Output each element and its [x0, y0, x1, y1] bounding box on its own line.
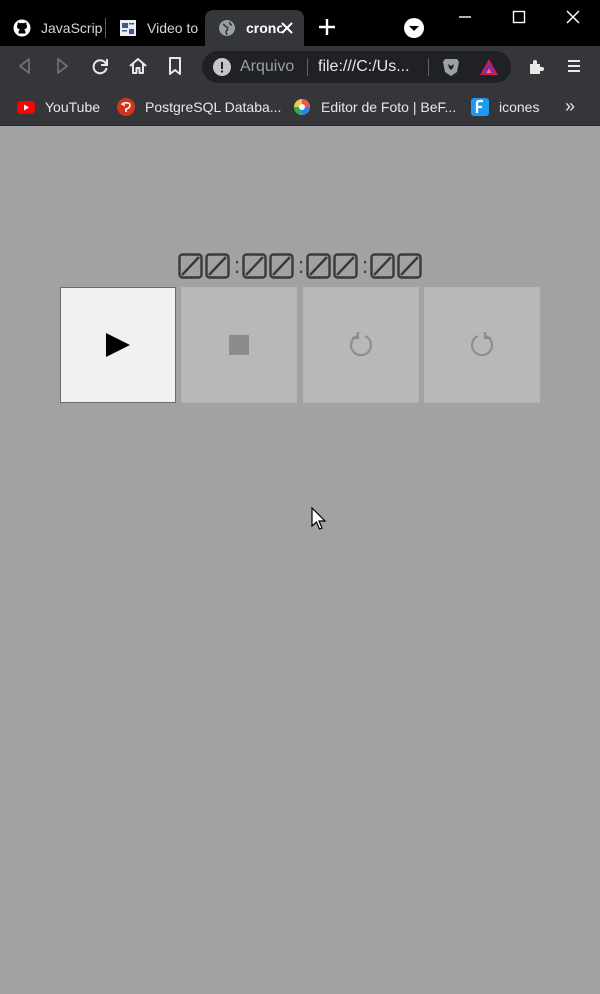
digit-segment [333, 253, 358, 279]
bookmark-postgresql[interactable]: PostgreSQL Databa... [116, 94, 281, 120]
bookmark-label: YouTube [45, 99, 101, 115]
time-separator: : [362, 253, 369, 278]
video-converter-icon [119, 19, 137, 37]
tab-title: Video to [147, 20, 199, 36]
new-tab-icon[interactable] [316, 16, 338, 38]
rotate-left-icon [349, 332, 373, 357]
minimize-window-icon[interactable] [454, 6, 476, 28]
bookmark-label: PostgreSQL Databa... [145, 99, 282, 115]
digit-segment [242, 253, 267, 279]
url-text[interactable]: file:///C:/Us... [318, 58, 422, 76]
postgresql-icon [116, 97, 136, 117]
maximize-window-icon[interactable] [508, 6, 530, 28]
tab-search-icon[interactable] [402, 16, 426, 40]
befunky-icon [292, 97, 312, 117]
globe-icon [218, 19, 236, 37]
bookmarks-overflow-icon[interactable]: » [565, 96, 583, 118]
digit-segment [306, 253, 331, 279]
digit-segment [397, 253, 422, 279]
tab-javascript[interactable]: JavaScrip [0, 10, 104, 46]
bookmark-label: icones [499, 99, 540, 115]
scheme-label: Arquivo [240, 58, 295, 75]
home-icon[interactable] [127, 55, 149, 77]
menu-icon[interactable] [563, 55, 585, 77]
play-icon [106, 333, 130, 357]
time-separator: : [234, 253, 241, 278]
brave-shields-icon[interactable] [440, 56, 462, 78]
rewind-button[interactable] [303, 287, 419, 403]
stopwatch-page: : : : [0, 127, 600, 994]
address-bar[interactable]: Arquivo file:///C:/Us... [202, 51, 511, 83]
forward-icon[interactable] [51, 55, 73, 77]
close-window-icon[interactable] [562, 6, 584, 28]
forward-button[interactable] [424, 287, 540, 403]
youtube-icon [16, 97, 36, 117]
tab-video[interactable]: Video to [106, 10, 202, 46]
bookmark-label: Editor de Foto | BeF... [321, 99, 457, 115]
bookmark-icon[interactable] [164, 55, 186, 77]
time-display: : : : [178, 253, 422, 281]
bookmark-befunky[interactable]: Editor de Foto | BeF... [292, 94, 456, 120]
tab-title: crono [246, 20, 282, 36]
digit-segment [370, 253, 395, 279]
tab-strip: JavaScrip Video to crono [0, 0, 600, 46]
digit-segment [178, 253, 203, 279]
github-icon [13, 19, 31, 37]
tab-title: JavaScrip [41, 20, 103, 36]
browser-toolbar: Arquivo file:///C:/Us... [0, 46, 600, 88]
bookmark-youtube[interactable]: YouTube [16, 94, 100, 120]
mouse-cursor-icon [311, 507, 327, 530]
time-separator: : [298, 253, 305, 278]
flaticon-icon [470, 97, 490, 117]
brave-rewards-icon[interactable] [478, 56, 500, 78]
reload-icon[interactable] [89, 55, 111, 77]
digit-segment [205, 253, 230, 279]
digit-segment [269, 253, 294, 279]
bookmark-icones[interactable]: icones [470, 94, 539, 120]
play-button[interactable] [60, 287, 176, 403]
back-icon[interactable] [14, 55, 36, 77]
extensions-icon[interactable] [526, 55, 548, 77]
stop-button[interactable] [181, 287, 297, 403]
close-tab-icon[interactable] [278, 19, 296, 37]
bookmarks-bar: YouTube PostgreSQL Databa... Editor de F… [0, 88, 600, 126]
stop-icon [229, 335, 249, 355]
omnibox-divider [428, 58, 429, 76]
omnibox-divider [307, 58, 308, 76]
tab-crono-active[interactable]: crono [205, 10, 304, 46]
rotate-right-icon [470, 332, 494, 357]
site-info-icon[interactable] [212, 57, 232, 77]
